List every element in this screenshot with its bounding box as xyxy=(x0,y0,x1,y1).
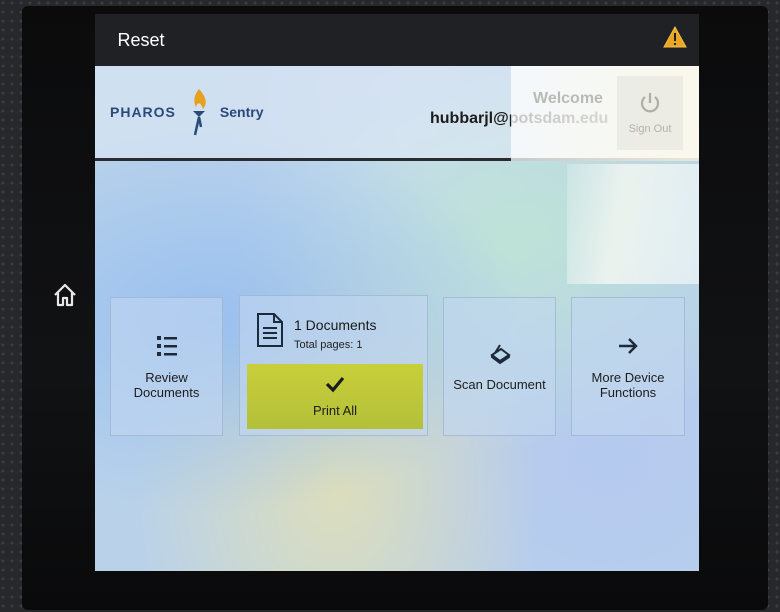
top-bar: Reset xyxy=(95,14,699,66)
power-icon xyxy=(640,93,660,113)
torch-icon xyxy=(192,89,206,136)
total-pages: Total pages: 1 xyxy=(294,339,363,351)
arrow-right-icon xyxy=(619,337,638,354)
more-device-functions-tile[interactable]: More Device Functions xyxy=(571,297,685,436)
print-all-label: Print All xyxy=(312,403,358,418)
home-button[interactable] xyxy=(50,280,80,310)
print-all-button[interactable]: Print All xyxy=(247,364,423,429)
review-label-line1: Review xyxy=(145,369,188,385)
touch-screen: Reset PHAROS Sentry hubbarjl@potsdam.edu… xyxy=(95,14,699,571)
review-documents-tile[interactable]: Review Documents xyxy=(110,297,223,436)
warning-triangle-icon[interactable] xyxy=(663,26,687,48)
logo-sentry-text: Sentry xyxy=(219,104,264,120)
home-icon xyxy=(54,283,76,307)
more-label-line1: More Device xyxy=(591,369,665,385)
checkmark-icon xyxy=(325,376,345,393)
more-label-line2: Functions xyxy=(599,384,657,400)
documents-tile: 1 Documents Total pages: 1 Print All xyxy=(239,295,428,436)
scan-document-tile[interactable]: Scan Document xyxy=(443,297,556,436)
pharos-sentry-logo: PHAROS Sentry xyxy=(110,84,263,140)
document-count: 1 Documents xyxy=(294,317,377,333)
scanner-icon xyxy=(489,344,511,365)
list-icon xyxy=(156,335,177,356)
sign-out-button[interactable]: Sign Out xyxy=(617,76,683,150)
welcome-text: Welcome xyxy=(533,90,603,107)
reset-button[interactable]: Reset xyxy=(105,14,177,66)
document-icon xyxy=(257,313,283,347)
scan-document-label: Scan Document xyxy=(453,377,546,392)
screen-glare-flap xyxy=(567,164,699,284)
review-label-line2: Documents xyxy=(133,384,200,400)
sign-out-label: Sign Out xyxy=(628,123,672,135)
logo-pharos-text: PHAROS xyxy=(110,104,176,120)
